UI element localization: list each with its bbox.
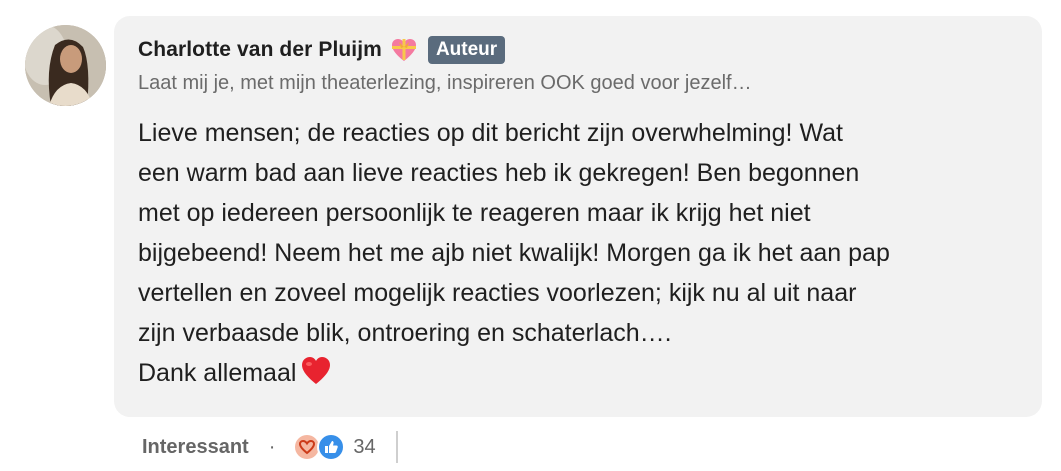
react-button[interactable]: Interessant bbox=[142, 436, 249, 459]
action-divider bbox=[395, 431, 398, 463]
avatar-photo bbox=[25, 25, 106, 106]
avatar[interactable] bbox=[25, 25, 106, 106]
comment-line: met op iedereen persoonlijk te reageren … bbox=[138, 199, 811, 227]
comment-line: zijn verbaasde blik, ontroering en schat… bbox=[138, 319, 672, 347]
reaction-count[interactable]: 34 bbox=[353, 436, 375, 459]
red-heart-icon bbox=[300, 355, 332, 387]
comment-line-last: Dank allemaal bbox=[138, 353, 1028, 393]
comment-actions: Interessant · 34 bbox=[142, 431, 398, 463]
author-badge: Auteur bbox=[427, 36, 506, 64]
separator-dot: · bbox=[268, 435, 276, 458]
author-row: Charlotte van der Pluijm Auteur bbox=[138, 34, 506, 66]
comment-line: bijgebeend! Neem het me ajb niet kwalijk… bbox=[138, 239, 890, 267]
comment-card: Charlotte van der Pluijm Auteur Laat mij… bbox=[0, 0, 1061, 471]
comment-line: een warm bad aan lieve reacties heb ik g… bbox=[138, 159, 860, 187]
like-reaction-icon[interactable] bbox=[317, 433, 346, 461]
heart-with-ribbon-icon bbox=[390, 36, 418, 64]
comment-closing-text: Dank allemaal bbox=[138, 359, 297, 387]
author-name[interactable]: Charlotte van der Pluijm bbox=[138, 38, 382, 62]
comment-line: Lieve mensen; de reacties op dit bericht… bbox=[138, 119, 843, 147]
author-headline: Laat mij je, met mijn theaterlezing, ins… bbox=[138, 72, 752, 94]
comment-line: vertellen en zoveel mogelijk reacties vo… bbox=[138, 279, 857, 307]
comment-text: Lieve mensen; de reacties op dit bericht… bbox=[138, 113, 1028, 393]
